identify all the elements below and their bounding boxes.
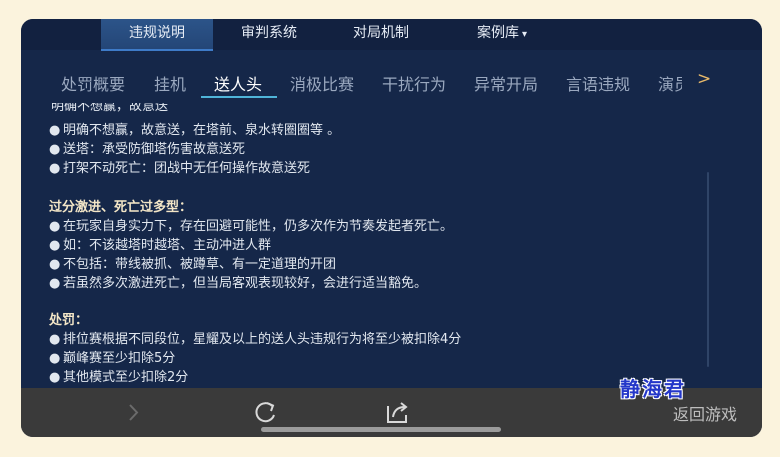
subtab-afk[interactable]: 挂机	[154, 71, 186, 95]
list-item: ● 巅峰赛至少扣除5分	[49, 351, 176, 366]
rules-content: 明确不想赢，故意送 ● 明确不想赢，故意送，在塔前、泉水转圈圈等 。 ● 送塔：承受…	[21, 103, 762, 385]
subtab-penalty-summary[interactable]: 处罚概要	[61, 71, 125, 95]
tab-violation-rules[interactable]: 违规说明	[101, 19, 213, 51]
subtab-verbal-violation[interactable]: 言语违规	[566, 71, 630, 95]
subtab-actor[interactable]: 演员	[658, 71, 682, 95]
watermark: 静海君	[620, 377, 686, 401]
return-label: 返回游戏	[673, 405, 738, 424]
subtab-abnormal-start[interactable]: 异常开局	[474, 71, 538, 95]
return-to-game-button[interactable]: 返回游戏	[673, 401, 737, 425]
sub-tabs: 处罚概要 挂机 送人头 消极比赛 干扰行为 异常开局 言语违规 演员	[21, 59, 762, 103]
chevron-down-icon: ▾	[521, 29, 528, 40]
tab-label: 对局机制	[353, 25, 409, 41]
subtab-feeding[interactable]: 送人头	[214, 71, 262, 95]
list-item: ● 不包括：带线被抓、被蹲草、有一定道理的开团	[49, 257, 337, 272]
tab-case-library[interactable]: 案例库 ▾	[437, 19, 567, 49]
subtab-passive-play[interactable]: 消极比赛	[290, 71, 354, 95]
home-indicator	[261, 427, 501, 432]
list-item: ● 打架不动死亡：团战中无任何操作故意送死	[49, 161, 311, 176]
tab-match-mechanism[interactable]: 对局机制	[325, 19, 437, 49]
tab-judgement-system[interactable]: 审判系统	[213, 19, 325, 49]
tab-label: 违规说明	[129, 25, 185, 41]
section-heading: 过分激进、死亡过多型：	[49, 200, 193, 215]
list-item: ● 其他模式至少扣除2分	[49, 370, 189, 385]
section-heading: 处罚：	[49, 313, 89, 328]
tab-label: 案例库	[476, 25, 519, 41]
list-item: ● 送塔：承受防御塔伤害故意送死	[49, 142, 246, 157]
subtab-interference[interactable]: 干扰行为	[382, 71, 446, 95]
list-item: ● 如：不该越塔时越塔、主动冲进人群	[49, 238, 272, 253]
list-item: ● 排位赛根据不同段位，星耀及以上的送人头违规行为将至少被扣除4分	[49, 332, 462, 347]
chevron-right-icon	[129, 404, 139, 421]
more-tabs-arrow[interactable]: >	[697, 69, 711, 89]
partially-visible-text: 明确不想赢，故意送	[51, 103, 169, 114]
list-item: ● 明确不想赢，故意送，在塔前、泉水转圈圈等 。	[49, 123, 341, 138]
tab-label: 审判系统	[241, 25, 297, 41]
active-tab-indicator	[201, 96, 277, 98]
top-nav: 违规说明 审判系统 对局机制 案例库 ▾	[21, 19, 762, 51]
scrollbar[interactable]	[707, 172, 709, 367]
list-item: ● 若虽然多次激进死亡，但当局客观表现较好，会进行适当豁免。	[49, 276, 428, 291]
forward-button[interactable]	[121, 388, 147, 437]
list-item: ● 在玩家自身实力下，存在回避可能性，仍多次作为节奏发起者死亡。	[49, 219, 454, 234]
